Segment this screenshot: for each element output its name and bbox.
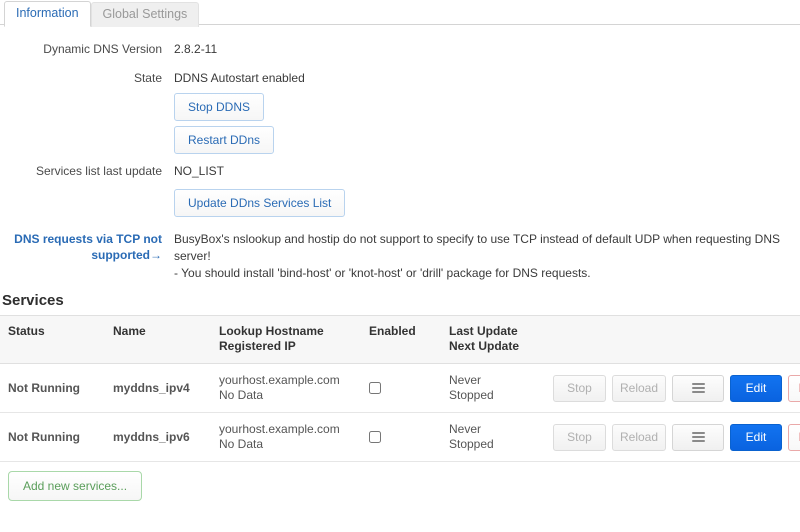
update-ddns-services-list-button[interactable]: Update DDns Services List xyxy=(174,189,346,217)
reload-service-button[interactable]: Reload xyxy=(612,374,666,402)
column-header-last-update: Last Update xyxy=(449,324,518,338)
row-dynamic-dns-version: Dynamic DNS Version 2.8.2-11 xyxy=(0,41,800,58)
label-services-list-last-update: Services list last update xyxy=(35,164,162,178)
add-new-services-button[interactable]: Add new services... xyxy=(8,471,143,501)
stop-service-button[interactable]: Stop xyxy=(553,423,606,451)
services-table-head: Status Name Lookup Hostname Registered I… xyxy=(0,315,800,364)
tab-bar: Information Global Settings xyxy=(0,0,800,27)
information-panel: Dynamic DNS Version 2.8.2-11 State DDNS … xyxy=(0,25,800,282)
cell-last-update: Never xyxy=(449,373,482,387)
services-heading: Services xyxy=(2,292,64,309)
row-menu-button[interactable] xyxy=(672,423,724,451)
stop-service-button[interactable]: Stop xyxy=(553,374,606,402)
delete-service-button[interactable]: Delete xyxy=(788,423,800,451)
row-action-group: Stop Reload Edit Delete xyxy=(553,374,800,402)
tab-global-settings[interactable]: Global Settings xyxy=(90,2,200,27)
cell-name: myddns_ipv6 xyxy=(109,412,215,462)
tab-information[interactable]: Information xyxy=(4,1,91,27)
value-dynamic-dns-version: 2.8.2-11 xyxy=(174,42,218,56)
row-stop-ddns: Stop DDNS xyxy=(0,93,800,121)
hamburger-icon xyxy=(691,381,705,395)
cell-enabled xyxy=(365,412,445,462)
column-header-registered-ip: Registered IP xyxy=(219,339,296,353)
cell-registered-ip: No Data xyxy=(219,437,264,451)
column-header-actions xyxy=(549,315,800,364)
tcp-not-supported-link[interactable]: DNS requests via TCP not supported→ xyxy=(0,231,168,263)
column-header-update: Last Update Next Update xyxy=(445,315,549,364)
edit-service-button[interactable]: Edit xyxy=(730,374,782,402)
cell-hostname: yourhost.example.com No Data xyxy=(215,412,365,462)
cell-registered-ip: No Data xyxy=(219,388,264,402)
enabled-checkbox[interactable] xyxy=(369,431,381,444)
stop-ddns-button[interactable]: Stop DDNS xyxy=(174,93,265,121)
value-state: DDNS Autostart enabled xyxy=(174,71,305,85)
value-services-list-last-update: NO_LIST xyxy=(174,164,225,178)
cell-status: Not Running xyxy=(0,363,109,413)
row-tcp-warning: DNS requests via TCP not supported→ Busy… xyxy=(0,231,800,282)
enabled-checkbox[interactable] xyxy=(369,382,381,395)
services-table-header-row: Status Name Lookup Hostname Registered I… xyxy=(0,315,800,364)
cell-actions: Stop Reload Edit Delete xyxy=(549,363,800,413)
cell-lookup-hostname: yourhost.example.com xyxy=(219,422,340,436)
table-row: Not Running myddns_ipv6 yourhost.example… xyxy=(0,412,800,462)
column-header-status: Status xyxy=(0,315,109,364)
cell-last-update: Never xyxy=(449,422,482,436)
cell-next-update: Stopped xyxy=(449,437,494,451)
cell-status: Not Running xyxy=(0,412,109,462)
cell-next-update: Stopped xyxy=(449,388,494,402)
cell-update-services-list: Update DDns Services List xyxy=(168,189,800,217)
services-table: Status Name Lookup Hostname Registered I… xyxy=(0,315,800,462)
cell-lookup-hostname: yourhost.example.com xyxy=(219,373,340,387)
column-header-next-update: Next Update xyxy=(449,339,520,353)
delete-service-button[interactable]: Delete xyxy=(788,374,800,402)
tcp-warning-line-1: BusyBox's nslookup and hostip do not sup… xyxy=(174,232,780,263)
table-row: Not Running myddns_ipv4 yourhost.example… xyxy=(0,363,800,413)
reload-service-button[interactable]: Reload xyxy=(612,423,666,451)
row-restart-ddns: Restart DDns xyxy=(0,126,800,154)
label-state: State xyxy=(133,71,162,85)
cell-name: myddns_ipv4 xyxy=(109,363,215,413)
column-header-hostname: Lookup Hostname Registered IP xyxy=(215,315,365,364)
services-table-body: Not Running myddns_ipv4 yourhost.example… xyxy=(0,363,800,462)
row-services-list-last-update: Services list last update NO_LIST xyxy=(0,163,800,180)
cell-restart-ddns: Restart DDns xyxy=(168,126,800,154)
cell-enabled xyxy=(365,363,445,413)
cell-hostname: yourhost.example.com No Data xyxy=(215,363,365,413)
cell-update: Never Stopped xyxy=(445,412,549,462)
cell-stop-ddns: Stop DDNS xyxy=(168,93,800,121)
tcp-warning-text: BusyBox's nslookup and hostip do not sup… xyxy=(168,231,800,282)
tcp-warning-line-2: - You should install 'bind-host' or 'kno… xyxy=(174,266,591,280)
column-header-name: Name xyxy=(109,315,215,364)
column-header-lookup-hostname: Lookup Hostname xyxy=(219,324,324,338)
column-header-enabled: Enabled xyxy=(365,315,445,364)
row-action-group: Stop Reload Edit Delete xyxy=(553,423,800,451)
cell-update: Never Stopped xyxy=(445,363,549,413)
row-state: State DDNS Autostart enabled xyxy=(0,70,800,87)
hamburger-icon xyxy=(691,430,705,444)
edit-service-button[interactable]: Edit xyxy=(730,423,782,451)
restart-ddns-button[interactable]: Restart DDns xyxy=(174,126,275,154)
row-menu-button[interactable] xyxy=(672,374,724,402)
cell-actions: Stop Reload Edit Delete xyxy=(549,412,800,462)
row-update-services-list: Update DDns Services List xyxy=(0,189,800,217)
services-footer: Add new services... xyxy=(0,462,800,501)
label-dynamic-dns-version: Dynamic DNS Version xyxy=(43,42,162,56)
